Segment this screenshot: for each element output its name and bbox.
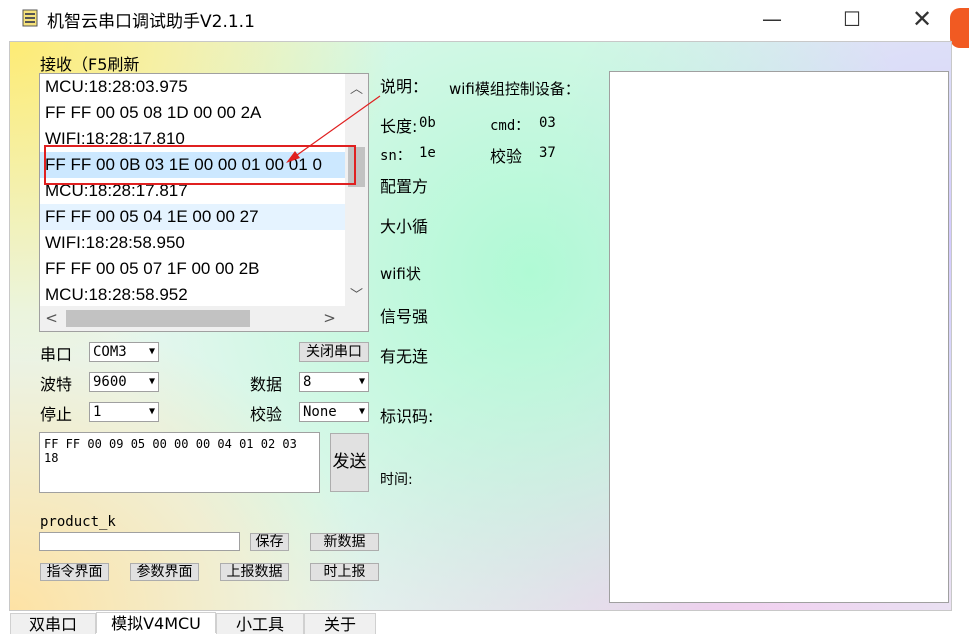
horizontal-scroll-thumb[interactable] [66, 310, 250, 327]
chevron-down-icon: ▼ [358, 406, 365, 417]
parity-label: 校验 [250, 405, 283, 424]
baud-value: 9600 [93, 374, 127, 390]
list-item[interactable]: FF FF 00 05 04 1E 00 00 27 [40, 204, 345, 230]
annotation-arrow-icon [286, 95, 381, 163]
scroll-right-icon[interactable]: > [318, 309, 341, 327]
send-input[interactable]: FF FF 00 09 05 00 00 00 04 01 02 03 18 [39, 432, 320, 493]
data-bits-value: 8 [303, 374, 312, 390]
new-data-button[interactable]: 新数据 [310, 533, 379, 551]
save-button[interactable]: 保存 [250, 533, 289, 551]
data-bits-select[interactable]: 8 ▼ [299, 372, 369, 392]
scroll-corner [345, 306, 368, 331]
scroll-left-icon[interactable]: < [40, 309, 63, 327]
sn-value: 1e [419, 145, 436, 161]
stop-bits-value: 1 [93, 404, 102, 420]
close-button[interactable]: ✕ [902, 6, 942, 32]
data-bits-label: 数据 [250, 375, 283, 394]
identifier-label: 标识码: [380, 407, 434, 426]
port-value: COM3 [93, 344, 127, 360]
tab-tools[interactable]: 小工具 [216, 613, 304, 634]
port-label: 串口 [40, 345, 73, 364]
product-key-input[interactable] [39, 532, 240, 551]
scroll-down-icon[interactable]: ﹀ [345, 284, 368, 303]
list-item[interactable]: MCU:18:28:58.952 [40, 282, 345, 308]
wifi-control-label: wifi模组控制设备： [449, 80, 580, 98]
baud-label: 波特 [40, 375, 73, 394]
stop-bits-label: 停止 [40, 405, 73, 424]
command-ui-button[interactable]: 指令界面 [40, 563, 109, 581]
app-icon [22, 9, 38, 27]
wifi-status-label: wifi状 [380, 265, 421, 283]
report-data-button[interactable]: 上报数据 [220, 563, 289, 581]
send-button[interactable]: 发送 [330, 433, 369, 492]
cmd-value: 03 [539, 115, 556, 131]
length-value: 0b [419, 115, 436, 131]
time-label: 时间: [380, 472, 413, 488]
checksum-label: 校验 [490, 147, 523, 166]
parity-select[interactable]: None ▼ [299, 402, 369, 422]
tab-about[interactable]: 关于 [304, 613, 376, 634]
chevron-down-icon: ▼ [148, 376, 155, 387]
size-cycle-label: 大小循 [380, 217, 429, 236]
chevron-down-icon: ▼ [148, 406, 155, 417]
signal-strength-label: 信号强 [380, 307, 429, 326]
baud-select[interactable]: 9600 ▼ [89, 372, 159, 392]
chevron-down-icon: ▼ [358, 376, 365, 387]
stop-bits-select[interactable]: 1 ▼ [89, 402, 159, 422]
product-key-label: product_k [40, 514, 116, 530]
tab-dual-serial[interactable]: 双串口 [10, 613, 96, 634]
tab-simulate-v4mcu[interactable]: 模拟V4MCU [96, 612, 216, 633]
list-item[interactable]: WIFI:18:28:58.950 [40, 230, 345, 256]
chevron-down-icon: ▼ [148, 346, 155, 357]
horizontal-scrollbar[interactable]: < > [40, 306, 345, 331]
config-label: 配置方 [380, 177, 429, 196]
minimize-button[interactable]: — [752, 6, 792, 32]
port-select[interactable]: COM3 ▼ [89, 342, 159, 362]
list-item[interactable]: FF FF 00 05 07 1F 00 00 2B [40, 256, 345, 282]
cmd-label: cmd： [490, 118, 530, 134]
receive-label: 接收（F5刷新 [40, 55, 140, 74]
wifi-control-list[interactable] [609, 71, 949, 603]
param-ui-button[interactable]: 参数界面 [130, 563, 199, 581]
extension-logo-icon [950, 8, 969, 48]
timed-report-button[interactable]: 时上报 [310, 563, 379, 581]
maximize-button[interactable]: ☐ [832, 6, 872, 32]
title-bar: 机智云串口调试助手V2.1.1 — ☐ ✕ [0, 0, 969, 48]
checksum-value: 37 [539, 145, 556, 161]
close-port-button[interactable]: 关闭串口 [299, 342, 369, 362]
connection-label: 有无连 [380, 347, 429, 366]
parity-value: None [303, 404, 337, 420]
window-title: 机智云串口调试助手V2.1.1 [47, 12, 255, 32]
